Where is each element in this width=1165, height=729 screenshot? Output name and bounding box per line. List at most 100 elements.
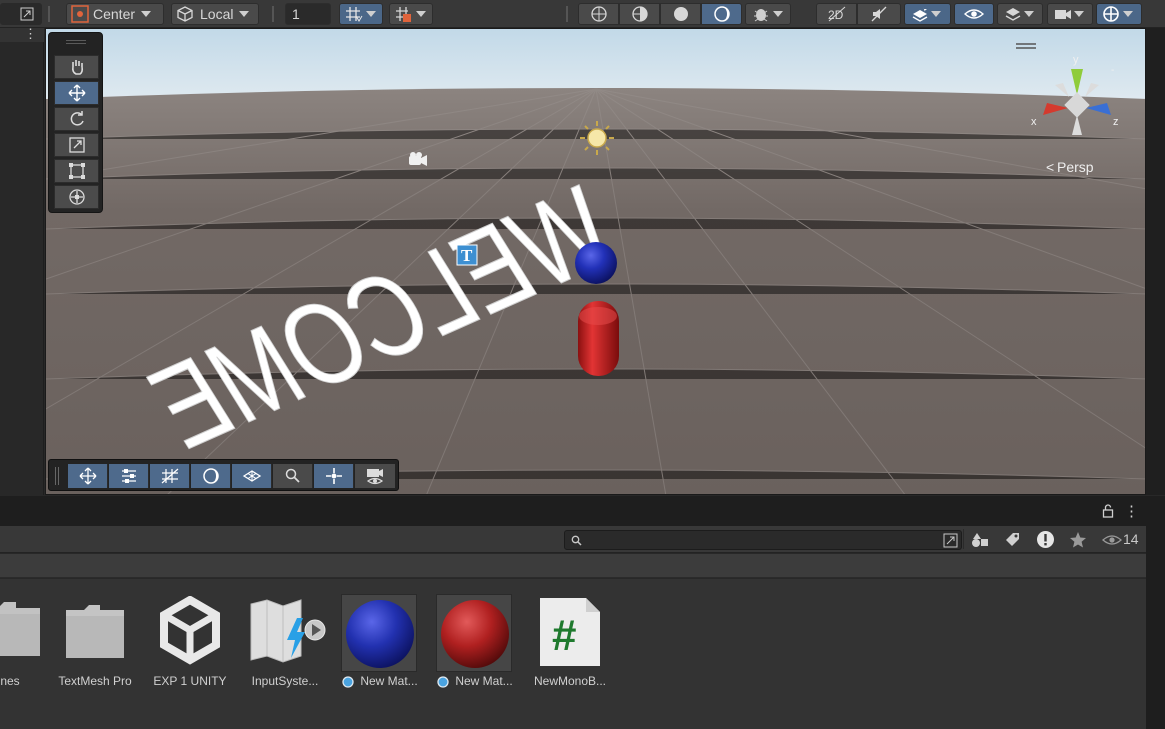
- nav-layers-icon: [242, 470, 261, 482]
- overlay-camera-button[interactable]: [355, 464, 395, 488]
- overlay-navmesh-button[interactable]: [232, 464, 272, 488]
- overlay-lighting-button[interactable]: [191, 464, 231, 488]
- material-type-icon: [342, 676, 354, 688]
- audio-toggle[interactable]: [857, 3, 901, 25]
- kebab-menu-icon[interactable]: ⋮: [24, 26, 37, 42]
- increment-snap-toggle[interactable]: [389, 3, 433, 25]
- pivot-dropdown[interactable]: Center: [66, 3, 164, 25]
- axis-x-label: x: [1031, 116, 1037, 128]
- cube-icon: [177, 6, 193, 22]
- project-panel-header: ⋮: [0, 496, 1146, 526]
- kebab-menu-icon[interactable]: ⋮: [1124, 502, 1139, 520]
- scene-right-edge: [1146, 28, 1165, 495]
- input-actions-icon: [250, 599, 326, 663]
- eye-icon: [964, 9, 984, 19]
- hand-tool-button[interactable]: [54, 55, 99, 79]
- chevron-down-icon: [1123, 11, 1133, 17]
- space-dropdown[interactable]: Local: [171, 3, 259, 25]
- hand-icon: [71, 60, 83, 75]
- project-right-edge: [1146, 496, 1165, 729]
- overlay-drag-handle[interactable]: [55, 467, 59, 485]
- rotate-tool-button[interactable]: [54, 107, 99, 131]
- unlit-sphere-icon: [713, 6, 730, 22]
- csharp-script-icon: #: [540, 598, 600, 666]
- axis-z-label: z: [1113, 116, 1119, 128]
- projection-arrow-icon[interactable]: <: [1046, 159, 1054, 175]
- moon-sphere-icon: [202, 468, 219, 484]
- chevron-down-icon: [1024, 11, 1034, 17]
- video-camera-icon: [1055, 10, 1071, 19]
- palette-drag-handle[interactable]: [66, 40, 86, 44]
- bug-icon: [754, 9, 768, 22]
- debug-draw-mode-dropdown[interactable]: [745, 3, 791, 25]
- asset-label: InputSyste...: [251, 674, 319, 688]
- scene-visibility-toggle[interactable]: [954, 3, 994, 25]
- camera-eye-icon: [366, 469, 384, 485]
- grid-size-field[interactable]: 1: [285, 3, 331, 25]
- layers-icon: [1005, 8, 1021, 21]
- overlay-tool-settings-button[interactable]: [109, 464, 149, 488]
- asset-label: NewMonoB...: [533, 674, 607, 688]
- speaker-muted-icon: [871, 6, 887, 22]
- asset-item[interactable]: InputSyste...: [237, 590, 333, 700]
- sliders-icon: [121, 469, 136, 483]
- rect-tool-button[interactable]: [54, 159, 99, 183]
- toolbar-separator: [48, 6, 50, 22]
- text-object-icon: T: [456, 244, 478, 266]
- warning-filter-icon[interactable]: [1036, 530, 1055, 549]
- tools-overlay: [48, 32, 103, 213]
- project-search-input[interactable]: [564, 530, 962, 550]
- 2d-icon: 2D: [828, 6, 845, 22]
- gizmos-dropdown[interactable]: [1096, 3, 1142, 25]
- star-favorite-icon[interactable]: [1069, 531, 1087, 549]
- toolbar-separator: [566, 6, 568, 22]
- scale-icon: [68, 137, 85, 153]
- project-breadcrumb-bar: [0, 554, 1146, 578]
- projection-label[interactable]: Persp: [1057, 159, 1094, 175]
- search-popout-icon[interactable]: [943, 533, 958, 548]
- transform-all-icon: [68, 189, 85, 205]
- asset-item[interactable]: EXP 1 UNITY: [142, 590, 238, 700]
- space-label: Local: [200, 6, 234, 22]
- asset-item[interactable]: # NewMonoB...: [522, 590, 618, 700]
- red-material-sphere-icon: [441, 600, 509, 668]
- folder-icon: [0, 602, 40, 656]
- overlay-grid-snapping-button[interactable]: [150, 464, 190, 488]
- move-arrows-icon: [79, 467, 96, 485]
- folder-icon: [66, 605, 124, 658]
- grid-snap-toggle[interactable]: [339, 3, 383, 25]
- lock-icon[interactable]: [1102, 504, 1114, 518]
- maximize-icon[interactable]: [20, 7, 34, 21]
- scene-canvas: WELCOME T x y z - < Persp: [46, 29, 1145, 494]
- move-tool-button[interactable]: [54, 81, 99, 105]
- overlay-move-button[interactable]: [68, 464, 108, 488]
- visibility-count-eye-icon[interactable]: [1102, 534, 1122, 546]
- search-by-type-icon[interactable]: [971, 531, 989, 549]
- wireframe-sphere-icon: [590, 6, 607, 22]
- shading-wireframe-button[interactable]: [578, 3, 619, 25]
- pivot-label: Center: [93, 6, 136, 22]
- shading-shaded-button[interactable]: [660, 3, 701, 25]
- move-arrows-icon: [68, 84, 85, 102]
- shading-shaded-wireframe-button[interactable]: [619, 3, 660, 25]
- effects-dropdown[interactable]: [904, 3, 951, 25]
- scale-tool-button[interactable]: [54, 133, 99, 157]
- blue-material-sphere-icon: [346, 600, 414, 668]
- asset-item[interactable]: New Mat...: [431, 590, 527, 700]
- grid-snap-icon: [346, 7, 363, 22]
- 2d-toggle[interactable]: 2D: [816, 3, 857, 25]
- camera-settings-dropdown[interactable]: [1047, 3, 1093, 25]
- layers-dropdown[interactable]: [997, 3, 1043, 25]
- capsule-highlight: [579, 307, 617, 325]
- axis-y-label: y: [1073, 54, 1079, 66]
- transform-tool-button[interactable]: [54, 185, 99, 209]
- rotate-icon: [70, 111, 84, 126]
- grid-snapping-icon: [161, 468, 178, 484]
- overlay-search-button[interactable]: [273, 464, 313, 488]
- scene-view[interactable]: WELCOME T x y z - < Persp: [45, 28, 1146, 495]
- overlay-orientation-button[interactable]: [314, 464, 354, 488]
- asset-item[interactable]: New Mat...: [336, 590, 432, 700]
- shading-unlit-button[interactable]: [701, 3, 742, 25]
- asset-item[interactable]: TextMesh Pro: [47, 590, 143, 700]
- tag-icon[interactable]: [1003, 531, 1021, 549]
